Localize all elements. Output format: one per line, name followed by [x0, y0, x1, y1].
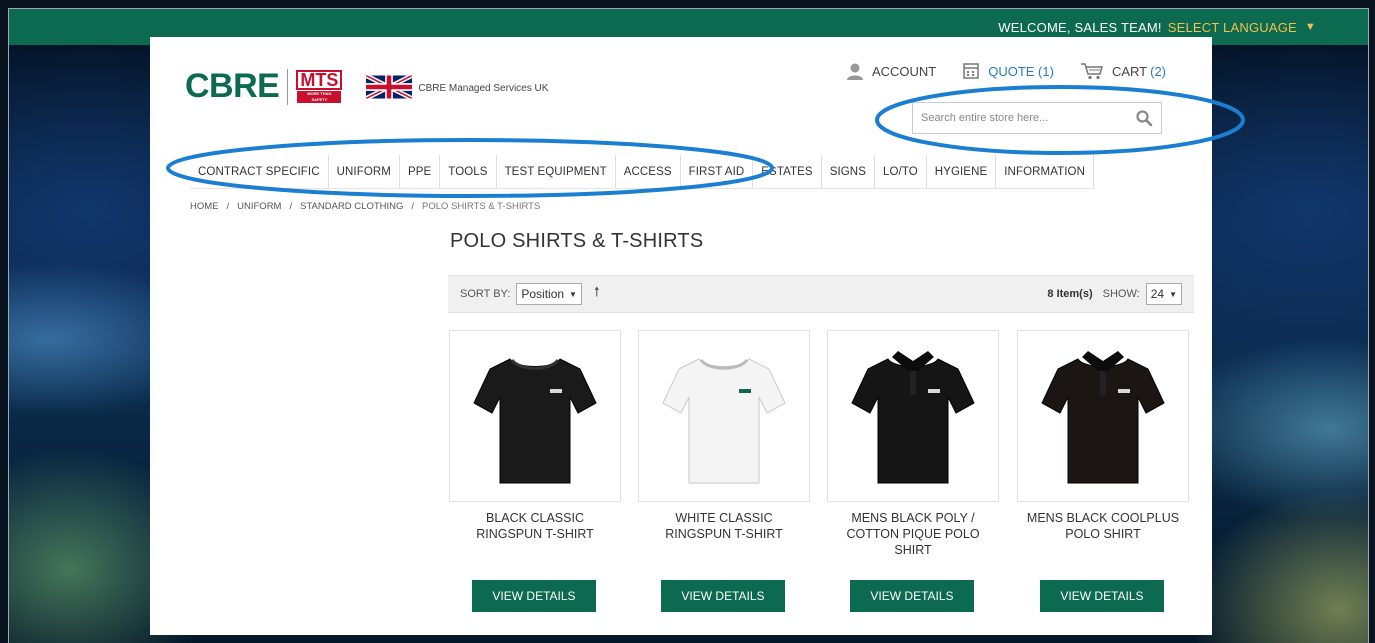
nav-item-test-equipment[interactable]: TEST EQUIPMENT	[497, 155, 616, 188]
breadcrumb-separator: /	[226, 201, 230, 212]
account-links: ACCOUNT QUOTE (1) CART (2)	[820, 62, 1166, 80]
company-name: CBRE Managed Services UK	[418, 83, 549, 94]
main-content: CBRE MTS MORE THAN SAFETY CBRE Managed S…	[150, 37, 1212, 635]
product-name[interactable]: MENS BLACK POLY / COTTON PIQUE POLO SHIR…	[827, 510, 999, 558]
sort-direction-arrow-icon[interactable]: 🠕	[594, 283, 600, 305]
product-image[interactable]	[827, 330, 999, 502]
nav-item-access[interactable]: ACCESS	[616, 155, 681, 188]
nav-item-lo-to[interactable]: LO/TO	[875, 155, 927, 188]
triangle-down-icon[interactable]: ▼	[1305, 21, 1316, 33]
product-card: WHITE CLASSIC RINGSPUN T-SHIRT VIEW DETA…	[638, 330, 810, 612]
breadcrumb-current: POLO SHIRTS & T-SHIRTS	[422, 201, 541, 212]
nav-item-first-aid[interactable]: FIRST AID	[681, 155, 754, 188]
mts-logo: MTS MORE THAN SAFETY	[296, 70, 343, 103]
product-image[interactable]	[638, 330, 810, 502]
nav-item-estates[interactable]: ESTATES	[753, 155, 822, 188]
chevron-down-icon: ▼	[1169, 289, 1177, 299]
nav-item-uniform[interactable]: UNIFORM	[329, 155, 400, 188]
search-icon	[1136, 110, 1153, 127]
breadcrumb-standard-clothing[interactable]: STANDARD CLOTHING	[300, 201, 403, 212]
sort-by-label: SORT BY:	[460, 288, 511, 300]
cart-icon	[1080, 63, 1103, 80]
product-name[interactable]: BLACK CLASSIC RINGSPUN T-SHIRT	[449, 510, 621, 542]
cart-label: CART	[1111, 63, 1148, 79]
select-language-link[interactable]: SELECT LANGUAGE	[1168, 20, 1297, 35]
view-details-button[interactable]: VIEW DETAILS	[850, 580, 974, 612]
breadcrumb-uniform[interactable]: UNIFORM	[237, 201, 281, 212]
nav-item-ppe[interactable]: PPE	[400, 155, 441, 188]
mts-tagline: MORE THAN SAFETY	[297, 91, 342, 103]
mts-logo-text: MTS	[296, 70, 343, 90]
logo-area[interactable]: CBRE MTS MORE THAN SAFETY CBRE Managed S…	[185, 67, 548, 106]
product-card: MENS BLACK POLY / COTTON PIQUE POLO SHIR…	[827, 330, 999, 612]
breadcrumb-separator: /	[289, 201, 293, 212]
nav-item-hygiene[interactable]: HYGIENE	[927, 155, 997, 188]
view-details-button[interactable]: VIEW DETAILS	[472, 580, 596, 612]
sort-select-value: Position	[521, 287, 565, 301]
page-title: POLO SHIRTS & T-SHIRTS	[450, 230, 704, 252]
product-toolbar: SORT BY: Position ▼ 🠕 8 Item(s) SHOW: 24…	[448, 275, 1194, 313]
show-select[interactable]: 24 ▼	[1145, 283, 1182, 305]
quote-label: QUOTE (1)	[988, 63, 1054, 79]
item-count: 8 Item(s)	[1047, 288, 1093, 300]
product-name[interactable]: WHITE CLASSIC RINGSPUN T-SHIRT	[638, 510, 810, 542]
main-nav: CONTRACT SPECIFIC UNIFORM PPE TOOLS TEST…	[190, 155, 1095, 189]
nav-item-information[interactable]: INFORMATION	[996, 155, 1095, 188]
nav-item-tools[interactable]: TOOLS	[440, 155, 497, 188]
tshirt-image	[473, 358, 597, 484]
cbre-logo[interactable]: CBRE	[185, 67, 280, 106]
breadcrumb: HOME / UNIFORM / STANDARD CLOTHING / POL…	[190, 201, 540, 212]
quote-calculator-icon	[963, 63, 979, 79]
tshirt-image	[662, 358, 786, 484]
chevron-down-icon: ▼	[569, 289, 577, 299]
view-details-button[interactable]: VIEW DETAILS	[661, 580, 785, 612]
show-label: SHOW:	[1102, 288, 1140, 300]
search-input[interactable]	[913, 104, 1127, 132]
product-name[interactable]: MENS BLACK COOLPLUS POLO SHIRT	[1017, 510, 1189, 542]
product-image[interactable]	[449, 330, 621, 502]
product-card: MENS BLACK COOLPLUS POLO SHIRT VIEW DETA…	[1017, 330, 1189, 612]
show-select-value: 24	[1150, 287, 1165, 301]
user-icon	[846, 63, 863, 80]
breadcrumb-home[interactable]: HOME	[190, 201, 219, 212]
union-jack-flag-icon	[366, 75, 413, 98]
nav-item-contract-specific[interactable]: CONTRACT SPECIFIC	[190, 155, 329, 188]
polo-shirt-image	[1041, 351, 1165, 484]
logo-divider	[287, 68, 289, 105]
product-image[interactable]	[1017, 330, 1189, 502]
quote-link[interactable]: QUOTE (1)	[962, 62, 1054, 80]
account-label: ACCOUNT	[871, 63, 937, 79]
account-link[interactable]: ACCOUNT	[846, 62, 936, 80]
breadcrumb-separator: /	[411, 201, 415, 212]
search-button[interactable]	[1127, 104, 1161, 132]
welcome-message: WELCOME, SALES TEAM!	[998, 19, 1162, 35]
view-details-button[interactable]: VIEW DETAILS	[1040, 580, 1164, 612]
nav-item-signs[interactable]: SIGNS	[822, 155, 875, 188]
cart-count: (2)	[1150, 63, 1166, 79]
toolbar-right: 8 Item(s) SHOW: 24 ▼	[1047, 283, 1182, 305]
polo-shirt-image	[851, 351, 975, 484]
product-card: BLACK CLASSIC RINGSPUN T-SHIRT VIEW DETA…	[449, 330, 621, 612]
sort-select[interactable]: Position ▼	[516, 283, 582, 305]
search-box	[912, 102, 1162, 134]
cart-link[interactable]: CART (2)	[1080, 62, 1166, 80]
